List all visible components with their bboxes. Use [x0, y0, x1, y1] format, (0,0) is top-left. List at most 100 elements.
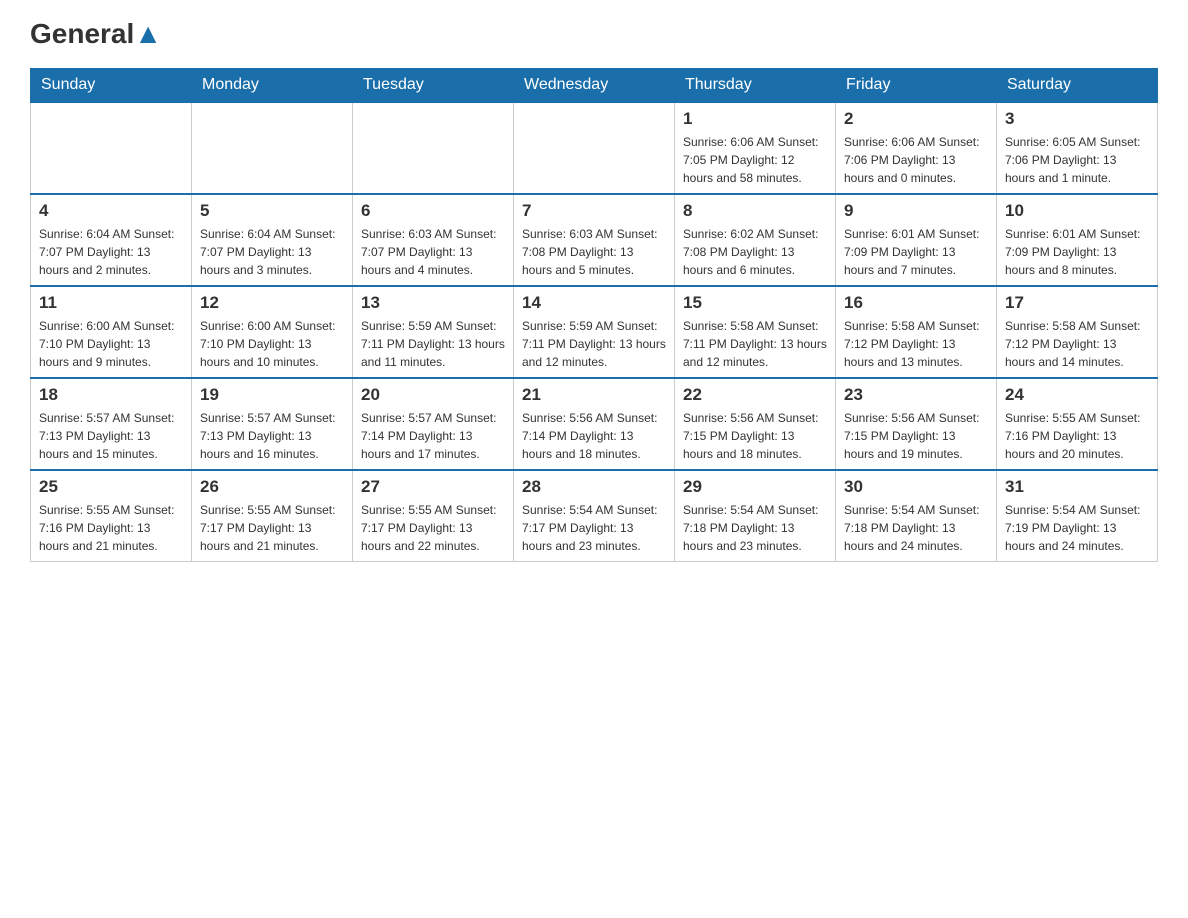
day-number: 25: [39, 477, 183, 497]
day-number: 28: [522, 477, 666, 497]
day-info: Sunrise: 5:57 AM Sunset: 7:13 PM Dayligh…: [39, 409, 183, 463]
day-number: 22: [683, 385, 827, 405]
calendar-cell: 29 Sunrise: 5:54 AM Sunset: 7:18 PM Dayli…: [675, 470, 836, 562]
day-number: 11: [39, 293, 183, 313]
page-header: General▲: [30, 20, 1158, 50]
day-number: 3: [1005, 109, 1149, 129]
day-number: 17: [1005, 293, 1149, 313]
calendar-week-row: 11 Sunrise: 6:00 AM Sunset: 7:10 PM Dayli…: [31, 286, 1158, 378]
day-info: Sunrise: 6:04 AM Sunset: 7:07 PM Dayligh…: [200, 225, 344, 279]
day-info: Sunrise: 5:55 AM Sunset: 7:16 PM Dayligh…: [1005, 409, 1149, 463]
calendar-cell: 19 Sunrise: 5:57 AM Sunset: 7:13 PM Dayli…: [192, 378, 353, 470]
day-number: 27: [361, 477, 505, 497]
day-info: Sunrise: 6:03 AM Sunset: 7:07 PM Dayligh…: [361, 225, 505, 279]
day-info: Sunrise: 5:58 AM Sunset: 7:12 PM Dayligh…: [844, 317, 988, 371]
calendar-cell: [353, 103, 514, 195]
day-info: Sunrise: 5:57 AM Sunset: 7:14 PM Dayligh…: [361, 409, 505, 463]
day-info: Sunrise: 6:00 AM Sunset: 7:10 PM Dayligh…: [200, 317, 344, 371]
calendar-cell: 26 Sunrise: 5:55 AM Sunset: 7:17 PM Dayli…: [192, 470, 353, 562]
day-number: 14: [522, 293, 666, 313]
day-number: 29: [683, 477, 827, 497]
day-number: 23: [844, 385, 988, 405]
calendar-cell: 14 Sunrise: 5:59 AM Sunset: 7:11 PM Dayli…: [514, 286, 675, 378]
calendar-week-row: 4 Sunrise: 6:04 AM Sunset: 7:07 PM Daylig…: [31, 194, 1158, 286]
day-info: Sunrise: 6:05 AM Sunset: 7:06 PM Dayligh…: [1005, 133, 1149, 187]
logo: General▲: [30, 20, 162, 50]
weekday-header-tuesday: Tuesday: [353, 68, 514, 103]
day-info: Sunrise: 5:55 AM Sunset: 7:17 PM Dayligh…: [200, 501, 344, 555]
day-number: 18: [39, 385, 183, 405]
calendar-cell: 27 Sunrise: 5:55 AM Sunset: 7:17 PM Dayli…: [353, 470, 514, 562]
day-info: Sunrise: 5:55 AM Sunset: 7:16 PM Dayligh…: [39, 501, 183, 555]
day-info: Sunrise: 6:02 AM Sunset: 7:08 PM Dayligh…: [683, 225, 827, 279]
calendar-cell: 16Sunrise: 5:58 AM Sunset: 7:12 PM Dayli…: [836, 286, 997, 378]
day-info: Sunrise: 5:54 AM Sunset: 7:18 PM Dayligh…: [683, 501, 827, 555]
calendar-cell: 20 Sunrise: 5:57 AM Sunset: 7:14 PM Dayli…: [353, 378, 514, 470]
calendar-cell: 18 Sunrise: 5:57 AM Sunset: 7:13 PM Dayli…: [31, 378, 192, 470]
calendar-cell: 9Sunrise: 6:01 AM Sunset: 7:09 PM Daylig…: [836, 194, 997, 286]
day-info: Sunrise: 6:03 AM Sunset: 7:08 PM Dayligh…: [522, 225, 666, 279]
calendar-cell: 4Sunrise: 6:04 AM Sunset: 7:07 PM Daylig…: [31, 194, 192, 286]
day-info: Sunrise: 6:00 AM Sunset: 7:10 PM Dayligh…: [39, 317, 183, 371]
calendar-header-row: SundayMondayTuesdayWednesdayThursdayFrid…: [31, 68, 1158, 103]
calendar-table: SundayMondayTuesdayWednesdayThursdayFrid…: [30, 68, 1158, 562]
logo-arrow-icon: ▲: [134, 18, 162, 49]
weekday-header-sunday: Sunday: [31, 68, 192, 103]
day-number: 5: [200, 201, 344, 221]
calendar-cell: [514, 103, 675, 195]
day-number: 21: [522, 385, 666, 405]
calendar-week-row: 25 Sunrise: 5:55 AM Sunset: 7:16 PM Dayli…: [31, 470, 1158, 562]
day-info: Sunrise: 5:57 AM Sunset: 7:13 PM Dayligh…: [200, 409, 344, 463]
calendar-week-row: 1 Sunrise: 6:06 AM Sunset: 7:05 PM Daylig…: [31, 103, 1158, 195]
day-number: 4: [39, 201, 183, 221]
day-info: Sunrise: 5:58 AM Sunset: 7:12 PM Dayligh…: [1005, 317, 1149, 371]
day-number: 15: [683, 293, 827, 313]
day-info: Sunrise: 5:56 AM Sunset: 7:15 PM Dayligh…: [683, 409, 827, 463]
calendar-cell: 12Sunrise: 6:00 AM Sunset: 7:10 PM Dayli…: [192, 286, 353, 378]
day-info: Sunrise: 5:59 AM Sunset: 7:11 PM Dayligh…: [361, 317, 505, 371]
day-number: 31: [1005, 477, 1149, 497]
calendar-cell: 13Sunrise: 5:59 AM Sunset: 7:11 PM Dayli…: [353, 286, 514, 378]
calendar-cell: 17 Sunrise: 5:58 AM Sunset: 7:12 PM Dayli…: [997, 286, 1158, 378]
calendar-cell: 5 Sunrise: 6:04 AM Sunset: 7:07 PM Daylig…: [192, 194, 353, 286]
day-info: Sunrise: 6:01 AM Sunset: 7:09 PM Dayligh…: [1005, 225, 1149, 279]
calendar-cell: 11 Sunrise: 6:00 AM Sunset: 7:10 PM Dayli…: [31, 286, 192, 378]
calendar-cell: 2 Sunrise: 6:06 AM Sunset: 7:06 PM Daylig…: [836, 103, 997, 195]
day-number: 20: [361, 385, 505, 405]
calendar-cell: 24 Sunrise: 5:55 AM Sunset: 7:16 PM Dayli…: [997, 378, 1158, 470]
day-info: Sunrise: 5:55 AM Sunset: 7:17 PM Dayligh…: [361, 501, 505, 555]
day-number: 7: [522, 201, 666, 221]
day-info: Sunrise: 5:54 AM Sunset: 7:18 PM Dayligh…: [844, 501, 988, 555]
weekday-header-thursday: Thursday: [675, 68, 836, 103]
weekday-header-monday: Monday: [192, 68, 353, 103]
logo-general-text: General▲: [30, 20, 162, 48]
calendar-cell: 10 Sunrise: 6:01 AM Sunset: 7:09 PM Dayli…: [997, 194, 1158, 286]
calendar-cell: 21 Sunrise: 5:56 AM Sunset: 7:14 PM Dayli…: [514, 378, 675, 470]
day-number: 24: [1005, 385, 1149, 405]
calendar-cell: 7 Sunrise: 6:03 AM Sunset: 7:08 PM Daylig…: [514, 194, 675, 286]
calendar-cell: 1 Sunrise: 6:06 AM Sunset: 7:05 PM Daylig…: [675, 103, 836, 195]
day-info: Sunrise: 6:06 AM Sunset: 7:06 PM Dayligh…: [844, 133, 988, 187]
day-info: Sunrise: 5:59 AM Sunset: 7:11 PM Dayligh…: [522, 317, 666, 371]
calendar-cell: 31 Sunrise: 5:54 AM Sunset: 7:19 PM Dayli…: [997, 470, 1158, 562]
calendar-cell: 3 Sunrise: 6:05 AM Sunset: 7:06 PM Daylig…: [997, 103, 1158, 195]
day-number: 10: [1005, 201, 1149, 221]
calendar-cell: 23Sunrise: 5:56 AM Sunset: 7:15 PM Dayli…: [836, 378, 997, 470]
day-info: Sunrise: 5:54 AM Sunset: 7:19 PM Dayligh…: [1005, 501, 1149, 555]
day-info: Sunrise: 5:58 AM Sunset: 7:11 PM Dayligh…: [683, 317, 827, 371]
calendar-cell: 30 Sunrise: 5:54 AM Sunset: 7:18 PM Dayli…: [836, 470, 997, 562]
day-number: 2: [844, 109, 988, 129]
day-info: Sunrise: 5:56 AM Sunset: 7:14 PM Dayligh…: [522, 409, 666, 463]
day-number: 1: [683, 109, 827, 129]
day-number: 30: [844, 477, 988, 497]
day-number: 6: [361, 201, 505, 221]
calendar-cell: 28Sunrise: 5:54 AM Sunset: 7:17 PM Dayli…: [514, 470, 675, 562]
day-number: 26: [200, 477, 344, 497]
weekday-header-saturday: Saturday: [997, 68, 1158, 103]
calendar-week-row: 18 Sunrise: 5:57 AM Sunset: 7:13 PM Dayli…: [31, 378, 1158, 470]
day-number: 19: [200, 385, 344, 405]
day-info: Sunrise: 6:06 AM Sunset: 7:05 PM Dayligh…: [683, 133, 827, 187]
calendar-cell: [31, 103, 192, 195]
day-number: 9: [844, 201, 988, 221]
calendar-cell: 25 Sunrise: 5:55 AM Sunset: 7:16 PM Dayli…: [31, 470, 192, 562]
